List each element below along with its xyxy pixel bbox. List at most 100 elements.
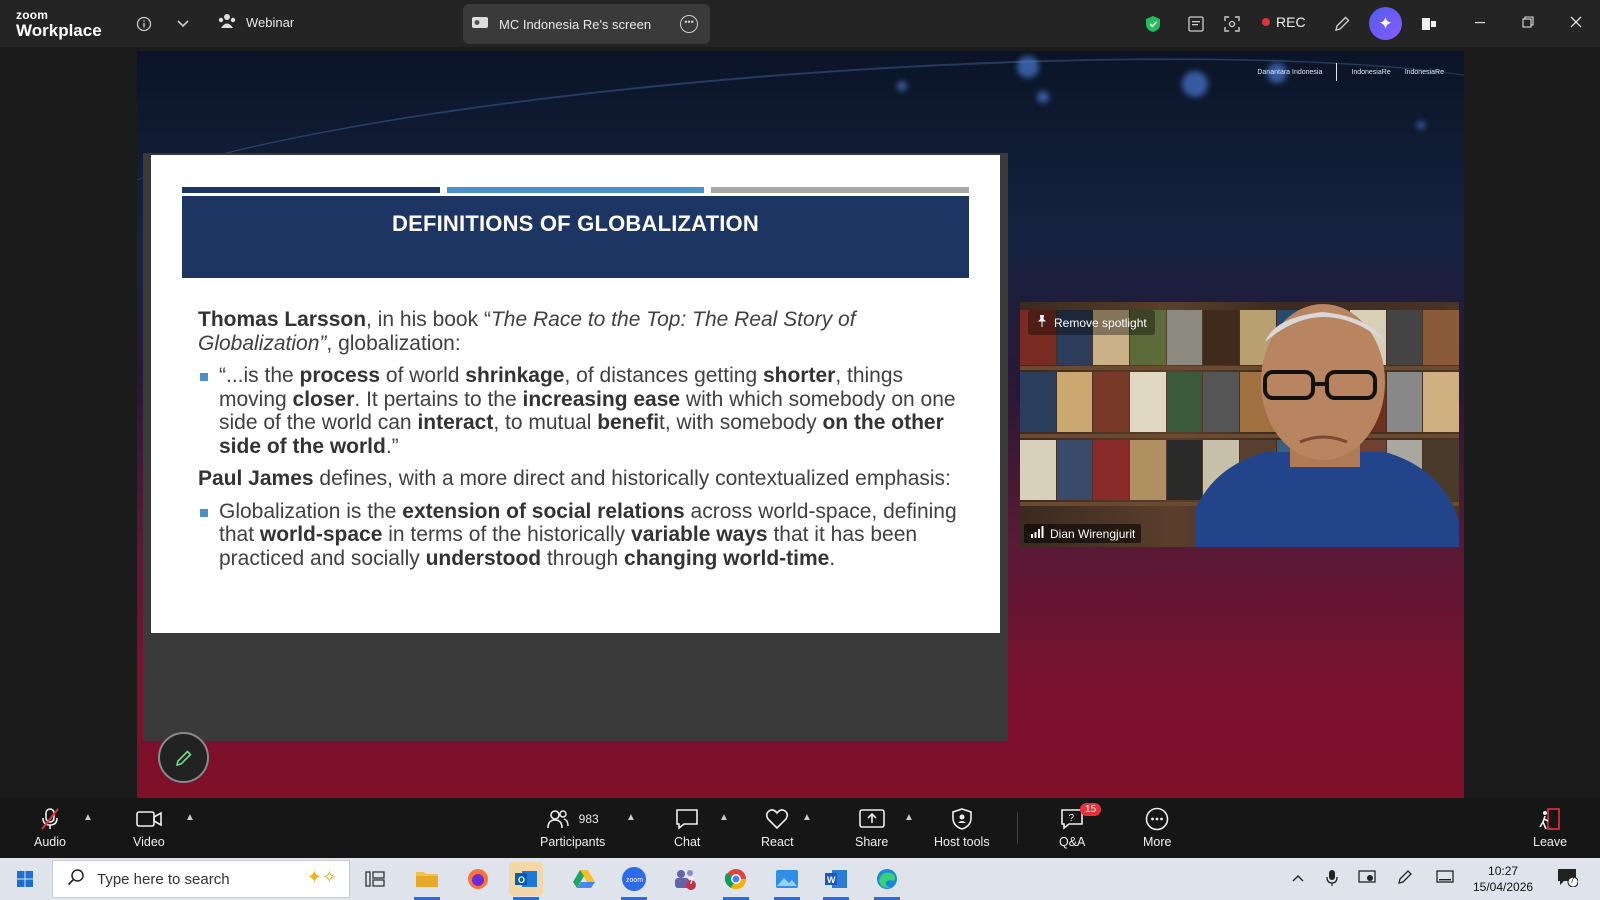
svg-text:?: ? [1069, 813, 1075, 824]
host-tools-label: Host tools [934, 835, 990, 849]
system-clock[interactable]: 10:27 15/04/2026 [1473, 863, 1533, 895]
video-button[interactable]: Video [133, 806, 165, 849]
search-placeholder: Type here to search [97, 870, 230, 888]
apps-panel-icon[interactable] [1417, 12, 1441, 36]
text: , in his book “ [366, 308, 491, 331]
svg-text:O: O [518, 875, 525, 885]
microphone-tray-icon[interactable] [1326, 869, 1338, 890]
participants-icon: 983 [546, 806, 599, 832]
host-tools-button[interactable]: Host tools [934, 806, 990, 849]
file-explorer-icon[interactable] [410, 862, 444, 900]
participant-name-tag: Dian Wirengjurit [1024, 524, 1142, 543]
taskbar-search-box[interactable]: Type here to search ✦✧ [52, 860, 350, 898]
firefox-icon[interactable] [461, 862, 495, 896]
brand-top: zoom [16, 8, 49, 22]
participants-button[interactable]: 983 Participants [540, 806, 605, 849]
chat-button[interactable]: Chat [674, 806, 700, 849]
recording-dot-icon [1262, 18, 1270, 26]
audio-button[interactable]: Audio [34, 806, 66, 849]
remove-spotlight-label: Remove spotlight [1054, 315, 1147, 330]
video-options-caret-icon[interactable]: ▲ [185, 812, 195, 823]
spotlight-video-tile[interactable]: Remove spotlight Dian Wirengjurit [1020, 302, 1459, 547]
share-options-caret-icon[interactable]: ▲ [904, 812, 914, 823]
chat-options-caret-icon[interactable]: ▲ [719, 812, 729, 823]
participants-label: Participants [540, 835, 606, 849]
share-tab-label: MC Indonesia Re's screen [499, 16, 652, 32]
photos-app-icon[interactable] [770, 862, 804, 900]
security-shield-icon[interactable] [1141, 12, 1165, 36]
share-options-icon[interactable]: ••• [680, 15, 698, 33]
teams-badge: 7 [689, 876, 695, 886]
webinar-indicator: Webinar [218, 13, 294, 32]
bokeh-light [1417, 121, 1425, 129]
annotate-pencil-icon[interactable] [1330, 12, 1354, 36]
windows-start-icon[interactable] [8, 862, 42, 896]
video-label: Video [133, 835, 165, 849]
control-separator [1017, 812, 1018, 844]
heart-react-icon [765, 806, 789, 832]
bold-word: shrinkage [465, 364, 565, 387]
text: , to mutual [493, 411, 598, 434]
captions-icon[interactable] [1184, 12, 1208, 36]
edge-icon[interactable] [870, 862, 904, 900]
participants-count: 983 [578, 812, 599, 826]
participants-options-caret-icon[interactable]: ▲ [626, 812, 636, 823]
svg-text:W: W [827, 875, 836, 885]
pen-tray-icon[interactable] [1397, 869, 1413, 888]
annotation-pen-button[interactable] [158, 732, 209, 783]
bold-word: closer [292, 387, 355, 411]
recording-indicator[interactable]: REC [1262, 14, 1306, 30]
accent-bar-blue [446, 187, 705, 193]
google-drive-icon[interactable] [567, 862, 601, 896]
notifications-icon[interactable]: 7 [1556, 867, 1579, 890]
focus-mode-icon[interactable] [1220, 12, 1244, 36]
leave-button[interactable]: Leave [1533, 806, 1567, 849]
ai-companion-icon[interactable]: ✦ [1369, 7, 1402, 40]
text: , globalization: [326, 331, 461, 355]
text: t, with somebody [659, 411, 823, 434]
react-options-caret-icon[interactable]: ▲ [802, 812, 812, 823]
pin-icon [1036, 314, 1048, 331]
slide-title-box: DEFINITIONS OF GLOBALIZATION [182, 196, 969, 278]
chevron-down-icon[interactable] [171, 12, 195, 36]
remove-spotlight-button[interactable]: Remove spotlight [1028, 310, 1155, 335]
text: .” [385, 434, 399, 458]
svg-text:zoom: zoom [626, 877, 643, 884]
screen-share-tab[interactable]: MC Indonesia Re's screen ••• [463, 4, 710, 44]
bold-word: extension of social relations [402, 499, 685, 523]
show-hidden-icons-caret-icon[interactable] [1292, 869, 1304, 885]
bokeh-light [1182, 71, 1208, 97]
display-tray-icon[interactable] [1436, 869, 1454, 888]
chrome-icon[interactable] [719, 862, 753, 900]
outlook-icon[interactable]: O [509, 862, 543, 900]
slide-body: Thomas Larsson, in his book “The Race to… [198, 308, 958, 579]
indonesiare-logo: IndonesiaRe [1351, 68, 1391, 76]
clock-time: 10:27 [1488, 864, 1519, 878]
brand-bottom: Workplace [16, 21, 102, 40]
audio-options-caret-icon[interactable]: ▲ [83, 812, 93, 823]
share-button[interactable]: Share [855, 806, 888, 849]
bold-word: shorter [762, 364, 836, 387]
close-window-icon[interactable] [1564, 12, 1588, 36]
james-definition-bullet: Globalization is the extension of social… [198, 500, 958, 571]
participant-video-person [1195, 304, 1459, 547]
zoom-app-icon[interactable]: zoom [617, 862, 651, 900]
author-james: Paul James [198, 467, 314, 490]
task-view-icon[interactable] [358, 862, 392, 896]
restore-window-icon[interactable] [1516, 12, 1540, 36]
screen-share-tray-icon[interactable] [1358, 869, 1376, 888]
minimize-icon[interactable] [1468, 12, 1492, 36]
muted-mic-icon [39, 806, 61, 832]
teams-icon[interactable]: 7 [668, 862, 702, 896]
word-icon[interactable]: W [819, 862, 853, 900]
share-screen-icon [858, 806, 885, 832]
bold-word: understood [425, 546, 542, 570]
clock-date: 15/04/2026 [1473, 880, 1534, 894]
meeting-info-icon[interactable] [132, 12, 156, 36]
webinar-icon [218, 13, 236, 32]
more-button[interactable]: More [1143, 806, 1171, 849]
bold-word: process [299, 364, 381, 387]
text: . It pertains to the [354, 387, 523, 411]
react-button[interactable]: React [761, 806, 794, 849]
zoom-workplace-logo: zoom Workplace [16, 9, 102, 39]
